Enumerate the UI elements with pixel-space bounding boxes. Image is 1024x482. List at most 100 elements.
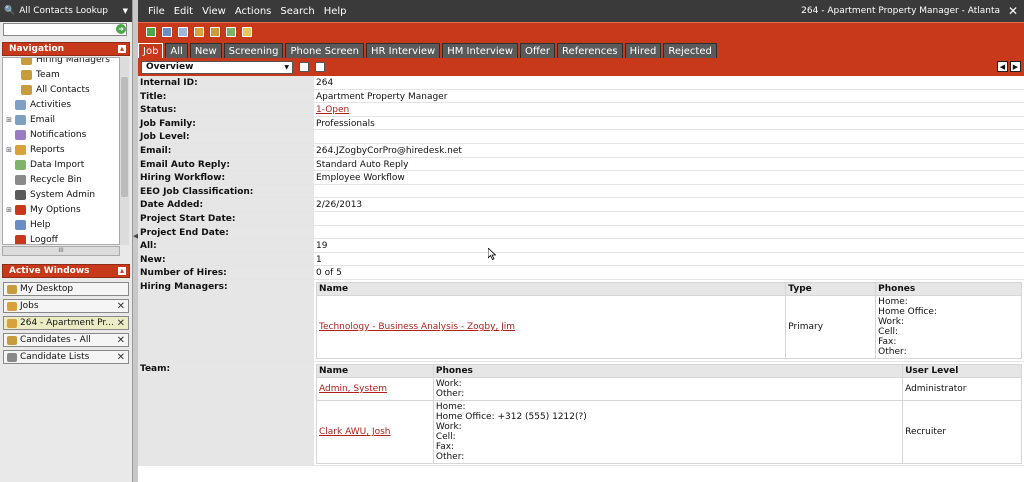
lookup-search-input[interactable] (3, 23, 127, 36)
team-member-link[interactable]: Clark AWU, Josh (319, 427, 391, 437)
email-icon[interactable] (178, 27, 188, 37)
expand-icon[interactable]: ⊞ (5, 206, 13, 214)
active-window-item[interactable]: Candidates - All ✕ (3, 333, 129, 347)
view-select[interactable]: Overview ▼ (141, 60, 293, 74)
navigation-hscrollbar[interactable]: III (2, 246, 120, 256)
add-icon[interactable] (146, 27, 156, 37)
tab[interactable]: Phone Screen (285, 43, 365, 58)
job-details: Internal ID: 264 Title: Apartment Property … (138, 76, 1024, 480)
nav-item[interactable]: Data Import (3, 157, 119, 172)
print-icon[interactable] (242, 27, 252, 37)
edit-icon[interactable] (299, 62, 309, 72)
field-row: Hiring Workflow: Employee Workflow (138, 171, 1024, 185)
left-pane: 🔍 All Contacts Lookup ▼ ➜ Navigation ▴ H… (0, 0, 133, 482)
nav-item-label: Help (30, 219, 51, 230)
column-header: Name (315, 282, 787, 296)
menu-item[interactable]: Search (280, 6, 314, 17)
phone-line: Cell: (435, 432, 456, 442)
team-member-link[interactable]: Admin, System (319, 384, 387, 394)
field-label: Project Start Date: (138, 212, 314, 225)
field-row: Job Level: (138, 130, 1024, 144)
tab[interactable]: HR Interview (366, 43, 441, 58)
tab[interactable]: HM Interview (442, 43, 519, 58)
field-row: Project Start Date: (138, 212, 1024, 226)
tab[interactable]: Job (138, 43, 164, 58)
tab[interactable]: All (165, 43, 188, 58)
print-icon[interactable] (315, 62, 325, 72)
collapse-icon[interactable]: ▴ (118, 45, 126, 53)
navigation-scrollbar[interactable] (119, 57, 129, 245)
nav-item[interactable]: Logoff (3, 232, 119, 244)
expand-icon[interactable]: ⊞ (5, 116, 13, 124)
navigation-list: Hiring Managers Team All Contacts Activitie… (2, 57, 120, 245)
tab[interactable]: Screening (223, 43, 284, 58)
chevron-down-icon[interactable]: ▼ (123, 7, 128, 15)
window-icon (7, 301, 17, 311)
edit-icon[interactable] (162, 27, 172, 37)
type-cell: Primary (785, 295, 877, 359)
tab[interactable]: New (189, 43, 222, 58)
field-row: Email: 264.JZogbyCorPro@hiredesk.net (138, 144, 1024, 158)
nav-item[interactable]: Recycle Bin (3, 172, 119, 187)
nav-item[interactable]: Hiring Managers (3, 57, 119, 67)
menu-item[interactable]: View (202, 6, 226, 17)
field-label: Date Added: (138, 198, 314, 211)
nav-item[interactable]: Activities (3, 97, 119, 112)
main-pane: File Edit View Actions Search Help 264 - Apar… (138, 0, 1024, 482)
field-label: Email: (138, 144, 314, 157)
expand-icon[interactable]: ⊞ (5, 146, 13, 154)
nav-item[interactable]: Notifications (3, 127, 119, 142)
collapse-icon[interactable]: ▴ (118, 267, 126, 275)
window-icon (7, 284, 17, 294)
tab[interactable]: Hired (624, 43, 662, 58)
active-window-item[interactable]: Candidate Lists ✕ (3, 350, 129, 364)
nav-item[interactable]: ⊞ Email (3, 112, 119, 127)
hiring-manager-link[interactable]: Technology - Business Analysis - Zogby, … (319, 322, 515, 332)
field-label: New: (138, 252, 314, 266)
report-icon[interactable] (226, 27, 236, 37)
active-window-item[interactable]: My Desktop (3, 282, 129, 296)
nav-item[interactable]: System Admin (3, 187, 119, 202)
field-value-text: 1 (316, 254, 322, 265)
active-window-item[interactable]: Jobs ✕ (3, 299, 129, 313)
nav-item[interactable]: ⊞ Reports (3, 142, 119, 157)
menu-item[interactable]: Help (324, 6, 347, 17)
close-icon[interactable]: ✕ (117, 352, 125, 363)
nav-item[interactable]: Help (3, 217, 119, 232)
scroll-thumb[interactable] (121, 77, 128, 197)
column-header: Type (785, 282, 877, 296)
folder-icon[interactable] (194, 27, 204, 37)
lookup-header[interactable]: 🔍 All Contacts Lookup ▼ (0, 0, 132, 22)
close-icon[interactable]: ✕ (117, 301, 125, 312)
nav-item-label: Hiring Managers (36, 57, 110, 65)
table-row: Technology - Business Analysis - Zogby, … (315, 295, 1022, 359)
nav-item[interactable]: Team (3, 67, 119, 82)
go-icon[interactable]: ➜ (116, 24, 126, 34)
contact-icon[interactable] (210, 27, 220, 37)
close-icon[interactable]: ✕ (1008, 4, 1018, 18)
phones-cell: Home: Home Office: +312 (555) 1212(?) Work… (432, 400, 904, 464)
toolbar (138, 22, 1024, 41)
menu-item[interactable]: Edit (174, 6, 193, 17)
column-header: User Level (902, 364, 1022, 378)
tab[interactable]: Offer (520, 43, 556, 58)
field-value-text[interactable]: 1-Open (316, 105, 349, 115)
active-window-item[interactable]: 264 - Apartment Pr... ✕ (3, 316, 129, 330)
tab[interactable]: References (557, 43, 623, 58)
field-row: Project End Date: (138, 225, 1024, 240)
nav-item[interactable]: All Contacts (3, 82, 119, 97)
user-level-cell: Recruiter (902, 400, 1022, 464)
table-header: Name Type Phones (315, 282, 1022, 296)
menu-item[interactable]: File (148, 6, 165, 17)
close-icon[interactable]: ✕ (117, 335, 125, 346)
close-icon[interactable]: ✕ (117, 318, 125, 329)
next-icon[interactable]: ▶ (1010, 61, 1021, 72)
tab[interactable]: Rejected (663, 43, 717, 58)
field-label: Email Auto Reply: (138, 157, 314, 171)
field-value-text: 264 (316, 78, 334, 88)
previous-icon[interactable]: ◀ (997, 61, 1008, 72)
nav-icon (15, 174, 26, 185)
nav-item[interactable]: ⊞ My Options (3, 202, 119, 217)
menu-item[interactable]: Actions (235, 6, 272, 17)
active-window-label: My Desktop (20, 284, 74, 294)
